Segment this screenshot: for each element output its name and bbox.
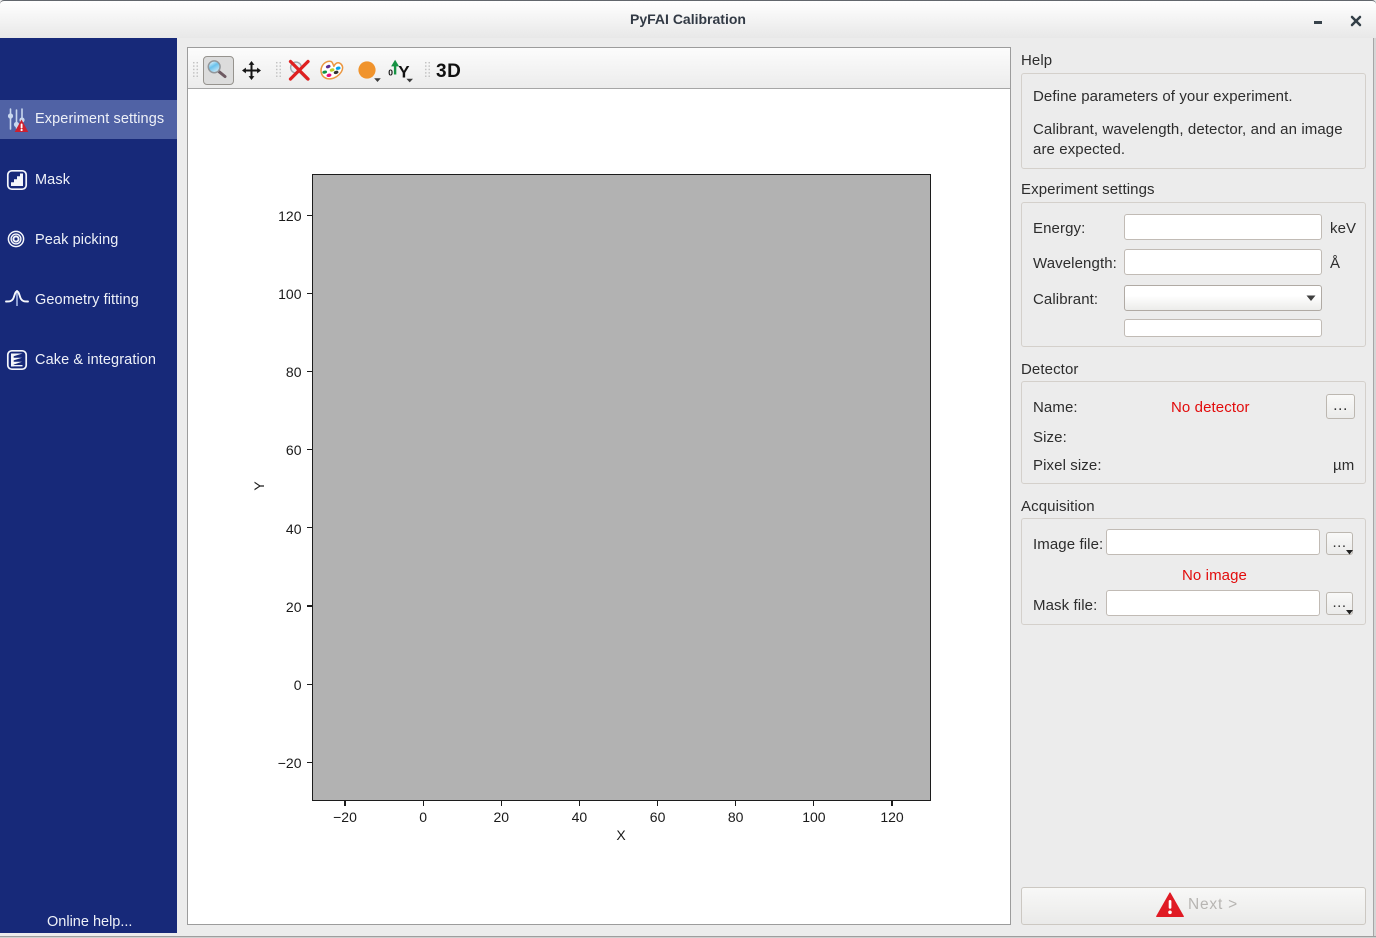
svg-text:0: 0 bbox=[388, 68, 393, 78]
svg-text:Y: Y bbox=[398, 63, 410, 82]
